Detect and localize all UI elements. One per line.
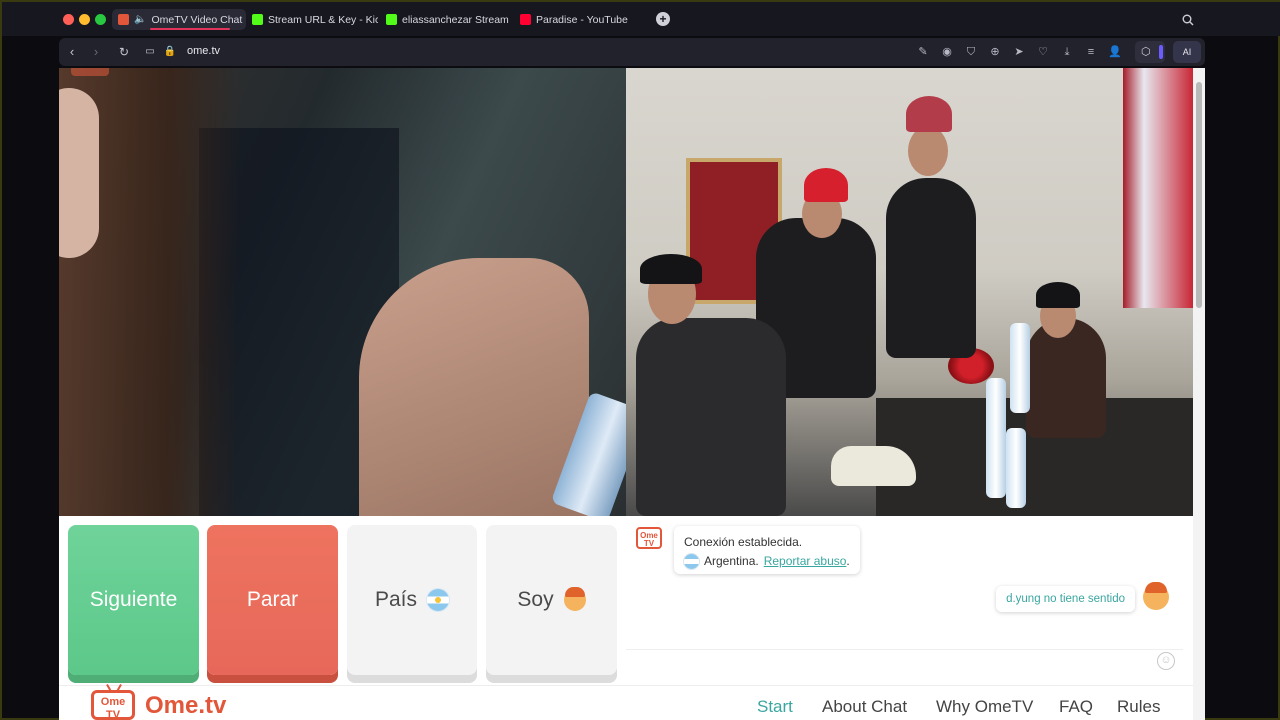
country-label: País xyxy=(374,588,418,611)
my-chat-message: d.yung no tiene sentido xyxy=(996,586,1135,612)
kick-favicon-icon xyxy=(386,14,397,25)
picture-in-picture-icon[interactable]: ▭ xyxy=(143,45,157,59)
lock-icon[interactable]: 🔒 xyxy=(163,45,177,59)
tab-active-indicator xyxy=(150,28,230,30)
ometv-favicon-icon xyxy=(118,14,129,25)
extensions-button[interactable]: ⬡ xyxy=(1135,41,1165,63)
search-tabs-icon[interactable] xyxy=(1182,14,1194,26)
page-scrollbar[interactable] xyxy=(1193,68,1205,720)
stop-button[interactable]: Parar xyxy=(207,525,338,675)
video-subject-arm xyxy=(359,258,589,516)
screen: 🔈 OmeTV Video Chat Stream URL & Key - Ki… xyxy=(0,0,1280,720)
person-head xyxy=(908,126,948,176)
speaker-icon[interactable]: 🔈 xyxy=(134,14,146,25)
tab-youtube[interactable]: Paradise - YouTube xyxy=(514,9,646,30)
argentina-flag-icon xyxy=(427,589,450,611)
nav-why-ometv[interactable]: Why OmeTV xyxy=(936,697,1033,717)
video-subject-face xyxy=(59,88,99,258)
tab-ometv[interactable]: 🔈 OmeTV Video Chat xyxy=(112,9,246,30)
fridge xyxy=(1123,68,1193,308)
shield-icon[interactable]: ⛉ xyxy=(964,45,978,59)
tab-label: OmeTV Video Chat xyxy=(151,13,243,26)
ometv-badge-icon: Ome TV xyxy=(636,527,662,549)
menu-icon[interactable]: ≡ xyxy=(1084,45,1098,59)
local-video xyxy=(59,68,626,516)
person-seated-right xyxy=(1026,318,1106,438)
gender-label: Soy xyxy=(517,588,554,611)
my-avatar-icon xyxy=(1143,582,1169,610)
edit-icon[interactable]: ✎ xyxy=(916,45,930,59)
gender-button[interactable]: Soy xyxy=(486,525,617,675)
chat-input-divider xyxy=(626,649,1183,650)
close-window-icon[interactable] xyxy=(63,14,74,25)
ometv-logo-icon[interactable]: Ome TV xyxy=(91,690,135,720)
youtube-favicon-icon xyxy=(520,14,531,25)
country-button[interactable]: País xyxy=(347,525,477,675)
minimize-window-icon[interactable] xyxy=(79,14,90,25)
url-field[interactable]: ome.tv xyxy=(187,45,220,57)
next-button[interactable]: Siguiente xyxy=(68,525,199,675)
connection-status: Conexión establecida. xyxy=(684,535,803,549)
chat-panel: Ome TV Conexión establecida. Argentina. … xyxy=(626,518,1183,678)
nav-faq[interactable]: FAQ xyxy=(1059,697,1093,717)
tab-kick-stream-url[interactable]: Stream URL & Key - Kick xyxy=(246,9,378,30)
remote-video xyxy=(626,68,1193,516)
next-label: Siguiente xyxy=(89,588,178,611)
tab-label: Paradise - YouTube xyxy=(536,13,628,26)
water-bottle xyxy=(1010,323,1030,413)
cube-icon: ⬡ xyxy=(1141,46,1151,58)
report-suffix: . xyxy=(846,554,850,568)
nav-rules[interactable]: Rules xyxy=(1117,697,1160,717)
sneaker xyxy=(831,446,916,486)
ometv-watermark-logo xyxy=(71,68,109,76)
site-footer: Ome TV Ome.tv Start About Chat Why OmeTV… xyxy=(59,685,1193,720)
report-abuse-link[interactable]: Reportar abuso xyxy=(764,554,847,568)
person-standing xyxy=(886,178,976,358)
download-icon[interactable]: ⤓ xyxy=(1060,45,1074,59)
emoji-picker-icon[interactable]: ☺ xyxy=(1157,652,1175,670)
forward-icon[interactable]: › xyxy=(89,45,103,59)
maximize-window-icon[interactable] xyxy=(95,14,106,25)
extension-indicator xyxy=(1159,45,1163,59)
address-bar: ‹ › ↻ ▭ 🔒 ome.tv ✎ ◉ ⛉ ⊕ ➤ ♡ ⤓ ≡ 👤 ⬡ AI xyxy=(59,38,1205,66)
scrollbar-thumb[interactable] xyxy=(1196,82,1202,308)
ometv-logo-text[interactable]: Ome.tv xyxy=(145,692,226,720)
cap xyxy=(804,168,848,202)
tab-label: Stream URL & Key - Kick xyxy=(268,13,378,26)
stop-label: Parar xyxy=(246,588,299,611)
cap xyxy=(640,254,702,284)
tab-kick-stream[interactable]: eliassanchezar Stream xyxy=(380,9,512,30)
reload-icon[interactable]: ↻ xyxy=(117,45,131,59)
camera-icon[interactable]: ◉ xyxy=(940,45,954,59)
heart-icon[interactable]: ♡ xyxy=(1036,45,1050,59)
ometv-page: Siguiente Parar País Soy Ome TV Conexión… xyxy=(59,68,1193,720)
water-bottle xyxy=(1006,428,1026,508)
back-icon[interactable]: ‹ xyxy=(65,45,79,59)
tab-bar: 🔈 OmeTV Video Chat Stream URL & Key - Ki… xyxy=(2,2,1280,36)
new-tab-button[interactable]: + xyxy=(656,12,670,26)
person-seated-left xyxy=(636,318,786,516)
nav-start[interactable]: Start xyxy=(757,697,793,717)
nav-about-chat[interactable]: About Chat xyxy=(822,697,907,717)
translate-icon[interactable]: ⊕ xyxy=(988,45,1002,59)
argentina-flag-icon xyxy=(684,554,699,569)
partner-country: Argentina. xyxy=(704,554,759,568)
tab-label: eliassanchezar Stream xyxy=(402,13,509,26)
kick-favicon-icon xyxy=(252,14,263,25)
ai-button[interactable]: AI xyxy=(1173,41,1201,63)
send-icon[interactable]: ➤ xyxy=(1012,45,1026,59)
profile-icon[interactable]: 👤 xyxy=(1108,45,1122,59)
system-message: Conexión establecida. Argentina. Reporta… xyxy=(674,526,860,574)
water-bottle xyxy=(986,378,1006,498)
cap xyxy=(906,96,952,132)
boy-avatar-icon xyxy=(563,587,586,611)
cap xyxy=(1036,282,1080,308)
